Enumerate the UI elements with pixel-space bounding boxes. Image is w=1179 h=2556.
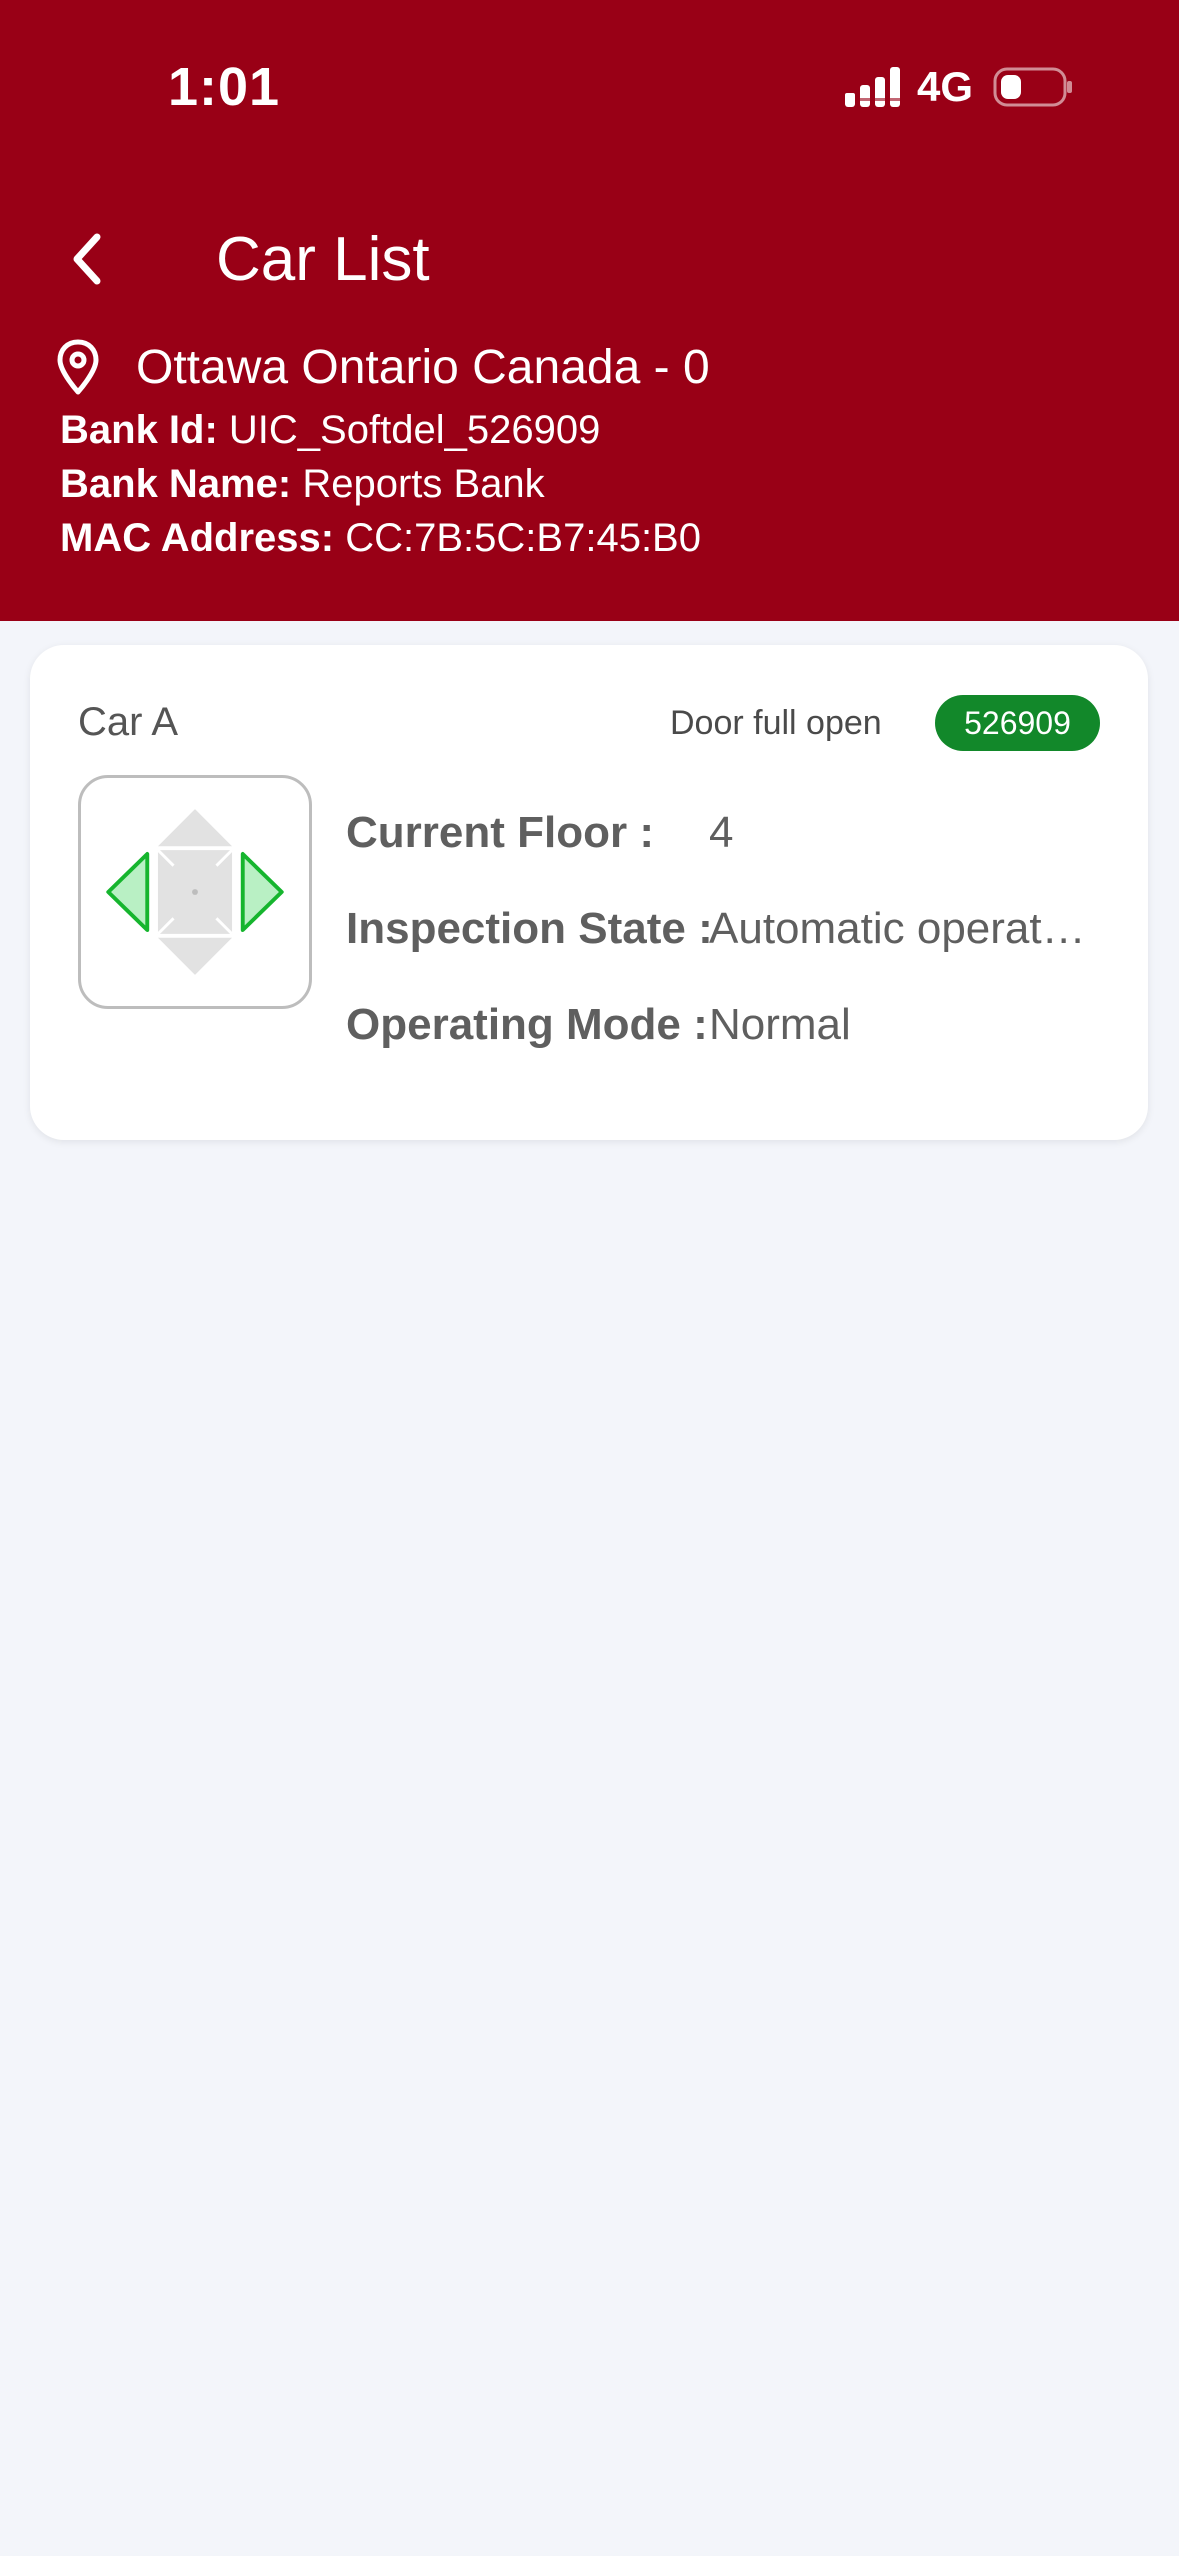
operating-mode-row: Operating Mode :Normal [346, 997, 851, 1053]
bank-name-line: Bank Name: Reports Bank [60, 459, 545, 509]
location-row: Ottawa Ontario Canada - 0 [56, 338, 710, 398]
elevator-car-doors-open-icon [106, 809, 284, 975]
current-floor-row: Current Floor : 4 [346, 805, 733, 861]
bank-name-value: Reports Bank [302, 462, 545, 506]
inspection-state-label: Inspection State : [346, 904, 713, 953]
status-time: 1:01 [168, 57, 281, 117]
cellular-signal-icon [845, 67, 900, 107]
back-button[interactable] [52, 224, 122, 294]
header: 1:01 4G Car List Ottawa Ontario Canada -… [0, 0, 1179, 621]
bank-id-value: UIC_Softdel_526909 [228, 408, 601, 452]
bank-name-label: Bank Name: [60, 462, 292, 506]
location-text: Ottawa Ontario Canada - 0 [136, 341, 710, 394]
operating-mode-value: Normal [709, 1000, 851, 1049]
inspection-state-row: Inspection State :Automatic operat… [346, 901, 1086, 957]
mac-address-label: MAC Address: [60, 516, 335, 560]
map-pin-icon [57, 339, 99, 395]
current-floor-value: 4 [709, 808, 734, 857]
bank-id-line: Bank Id: UIC_Softdel_526909 [60, 405, 600, 455]
car-status-icon-box [78, 775, 312, 1009]
car-card[interactable]: Car A Door full open 526909 Current Floo… [30, 645, 1148, 1140]
operating-mode-label: Operating Mode : [346, 1000, 708, 1049]
mac-address-line: MAC Address: CC:7B:5C:B7:45:B0 [60, 513, 701, 563]
network-label: 4G [917, 63, 974, 110]
car-name: Car A [78, 700, 179, 744]
mac-address-value: CC:7B:5C:B7:45:B0 [345, 516, 701, 560]
door-status: Door full open [670, 704, 882, 742]
bank-id-label: Bank Id: [60, 408, 218, 452]
battery-low-icon [993, 67, 1073, 107]
current-floor-label: Current Floor : [346, 808, 654, 857]
car-id-badge: 526909 [935, 695, 1100, 751]
inspection-state-value: Automatic operat… [709, 904, 1086, 953]
page-title: Car List [216, 225, 430, 294]
chevron-left-icon [73, 233, 101, 285]
status-icons: 4G [843, 62, 1075, 112]
